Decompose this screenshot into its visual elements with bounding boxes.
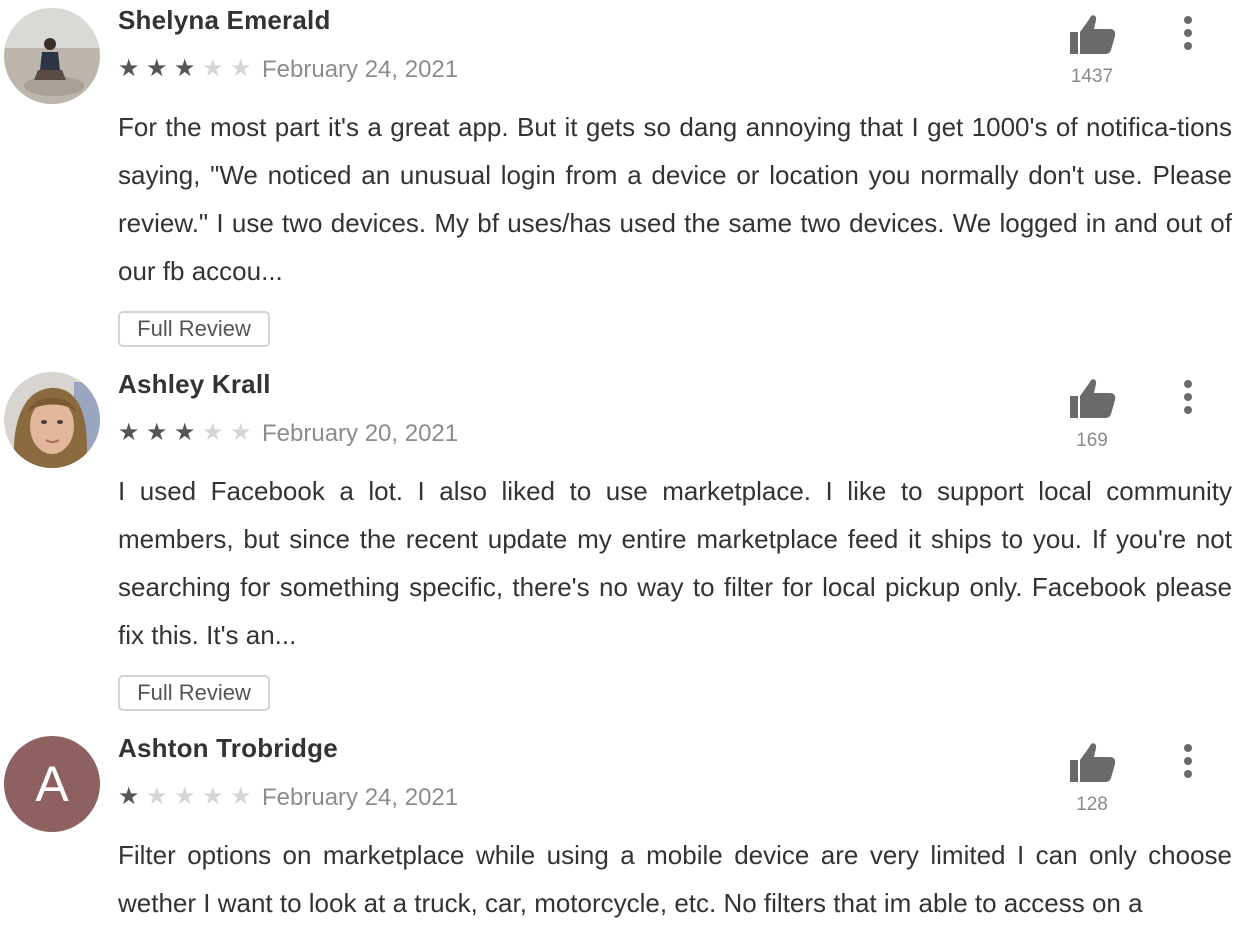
more-vertical-icon[interactable] bbox=[1170, 742, 1206, 782]
more-vertical-icon[interactable] bbox=[1170, 14, 1206, 54]
thumbs-up-icon[interactable] bbox=[1064, 376, 1120, 420]
more-vertical-icon[interactable] bbox=[1170, 378, 1206, 418]
reviewer-name: Shelyna Emerald bbox=[118, 5, 331, 35]
star-rating: ★ ★ ★ ★ ★ bbox=[118, 419, 258, 447]
thumbs-up-icon[interactable] bbox=[1064, 12, 1120, 56]
star-icon: ★ bbox=[230, 783, 252, 810]
avatar-photo bbox=[4, 372, 100, 468]
review-date: February 20, 2021 bbox=[262, 420, 459, 447]
star-icon: ★ bbox=[174, 55, 196, 82]
star-icon: ★ bbox=[174, 419, 196, 446]
thumbs-up-icon[interactable] bbox=[1064, 740, 1120, 784]
star-icon: ★ bbox=[202, 55, 224, 82]
star-rating: ★ ★ ★ ★ ★ bbox=[118, 55, 258, 83]
review-date: February 24, 2021 bbox=[262, 56, 459, 83]
reviewer-name: Ashley Krall bbox=[118, 369, 271, 399]
reviewer-name: Ashton Trobridge bbox=[118, 733, 338, 763]
star-icon: ★ bbox=[202, 783, 224, 810]
reviewer-avatar[interactable] bbox=[4, 372, 100, 468]
star-icon: ★ bbox=[146, 55, 168, 82]
review-text: For the most part it's a great app. But … bbox=[118, 112, 1232, 286]
reviewer-avatar[interactable] bbox=[4, 8, 100, 104]
full-review-button[interactable]: Full Review bbox=[118, 311, 270, 347]
star-icon: ★ bbox=[230, 55, 252, 82]
helpful-count: 169 bbox=[1076, 430, 1108, 451]
helpful-count: 1437 bbox=[1070, 66, 1114, 87]
star-icon: ★ bbox=[146, 419, 168, 446]
star-icon: ★ bbox=[202, 419, 224, 446]
helpful-count: 128 bbox=[1076, 794, 1108, 815]
review-text: Filter options on marketplace while usin… bbox=[118, 840, 1232, 918]
star-icon: ★ bbox=[174, 783, 196, 810]
star-icon: ★ bbox=[118, 419, 140, 446]
review-text: I used Facebook a lot. I also liked to u… bbox=[118, 476, 1232, 650]
star-icon: ★ bbox=[118, 55, 140, 82]
full-review-button[interactable]: Full Review bbox=[118, 675, 270, 711]
star-icon: ★ bbox=[230, 419, 252, 446]
review-date: February 24, 2021 bbox=[262, 784, 459, 811]
avatar-photo bbox=[4, 8, 100, 104]
star-rating: ★ ★ ★ ★ ★ bbox=[118, 783, 258, 811]
star-icon: ★ bbox=[118, 783, 140, 810]
star-icon: ★ bbox=[146, 783, 168, 810]
reviewer-avatar[interactable]: A bbox=[4, 736, 100, 832]
